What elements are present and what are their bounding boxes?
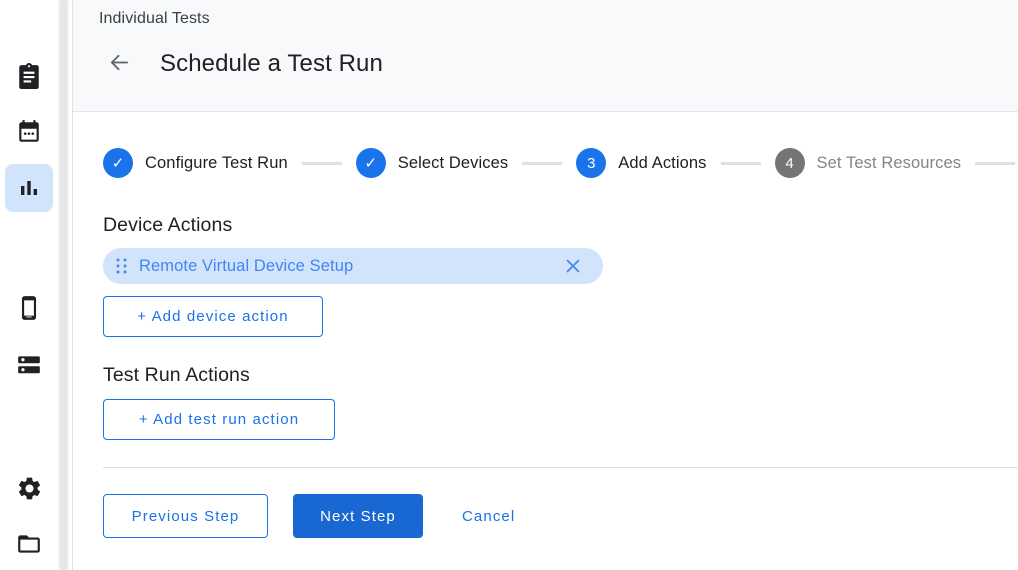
device-action-item[interactable]: Remote Virtual Device Setup xyxy=(103,248,603,284)
sidebar-scrollbar-thumb[interactable] xyxy=(60,0,67,570)
step-marker: 4 xyxy=(775,148,805,178)
title-row: Schedule a Test Run xyxy=(99,44,383,84)
gear-icon xyxy=(16,475,43,502)
sidebar-item-files[interactable] xyxy=(5,520,53,568)
page-header: Individual Tests Schedule a Test Run xyxy=(73,0,1018,112)
step-label: Add Actions xyxy=(618,154,706,173)
device-action-label: Remote Virtual Device Setup xyxy=(139,257,563,276)
calendar-icon xyxy=(16,119,42,145)
step-marker: ✓ xyxy=(103,148,133,178)
step-set-test-resources[interactable]: 4 Set Test Resources xyxy=(775,148,962,178)
step-configure-test-run[interactable]: ✓ Configure Test Run xyxy=(103,148,288,178)
app-root: Individual Tests Schedule a Test Run ✓ C… xyxy=(0,0,1018,570)
back-button[interactable] xyxy=(99,44,139,84)
test-run-actions-heading: Test Run Actions xyxy=(103,364,250,387)
device-actions-heading: Device Actions xyxy=(103,214,232,237)
step-connector xyxy=(522,162,562,165)
step-label: Set Test Resources xyxy=(817,154,962,173)
cancel-button[interactable]: Cancel xyxy=(446,494,531,538)
add-test-run-action-button[interactable]: + Add test run action xyxy=(103,399,335,440)
step-connector xyxy=(721,162,761,165)
server-icon xyxy=(16,352,42,378)
sidebar-item-clipboard[interactable] xyxy=(5,52,53,100)
sidebar-item-devices[interactable] xyxy=(5,284,53,332)
step-label: Select Devices xyxy=(398,154,509,173)
breadcrumb: Individual Tests xyxy=(99,10,210,28)
add-device-action-button[interactable]: + Add device action xyxy=(103,296,323,337)
step-connector xyxy=(302,162,342,165)
arrow-left-icon xyxy=(108,51,131,77)
sidebar-scrollbar[interactable] xyxy=(58,0,69,570)
sidebar-nav xyxy=(0,0,58,570)
sidebar-item-settings[interactable] xyxy=(5,464,53,512)
step-add-actions[interactable]: 3 Add Actions xyxy=(576,148,706,178)
smartphone-icon xyxy=(16,295,42,321)
close-icon[interactable] xyxy=(563,256,583,276)
sidebar-item-reports[interactable] xyxy=(5,164,53,212)
clipboard-icon xyxy=(16,63,42,89)
wizard-footer: Previous Step Next Step Cancel xyxy=(103,494,531,538)
next-step-button[interactable]: Next Step xyxy=(293,494,423,538)
step-marker: ✓ xyxy=(356,148,386,178)
step-connector xyxy=(975,162,1015,165)
step-marker: 3 xyxy=(576,148,606,178)
bar-chart-icon xyxy=(17,176,41,200)
folder-icon xyxy=(16,531,42,557)
footer-divider xyxy=(103,467,1018,468)
main-content: Individual Tests Schedule a Test Run ✓ C… xyxy=(73,0,1018,570)
step-label: Configure Test Run xyxy=(145,154,288,173)
previous-step-button[interactable]: Previous Step xyxy=(103,494,268,538)
drag-handle-icon[interactable] xyxy=(116,257,130,275)
step-select-devices[interactable]: ✓ Select Devices xyxy=(356,148,509,178)
sidebar-item-calendar[interactable] xyxy=(5,108,53,156)
page-title: Schedule a Test Run xyxy=(160,50,383,78)
stepper: ✓ Configure Test Run ✓ Select Devices 3 … xyxy=(103,148,1018,178)
sidebar-item-resources[interactable] xyxy=(5,341,53,389)
